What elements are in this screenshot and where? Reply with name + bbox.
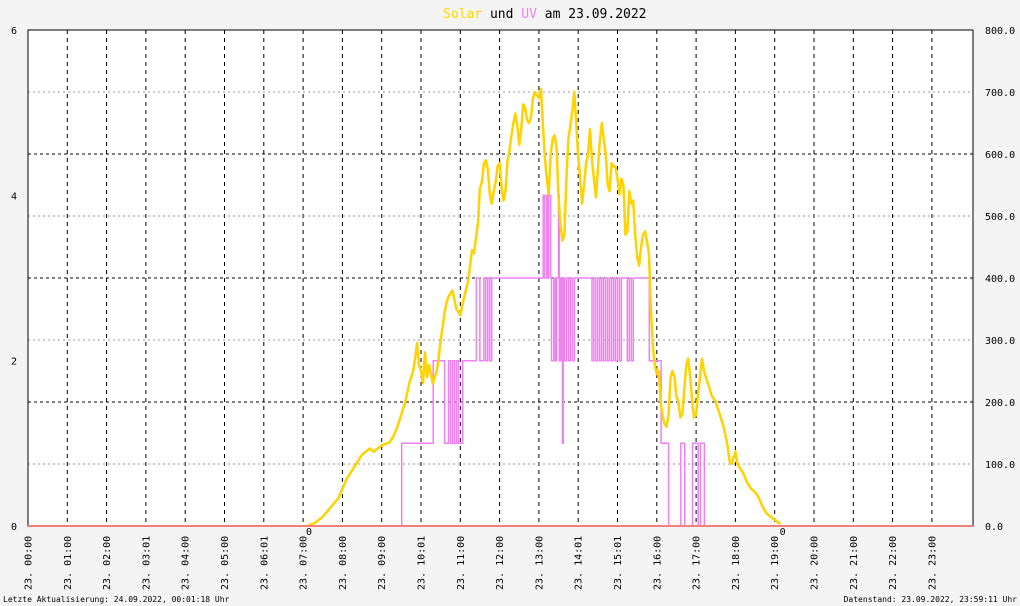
zero-marker: 0: [306, 527, 312, 538]
x-tick-label: 23. 14:01: [574, 536, 585, 590]
x-tick-label: 23. 23:00: [927, 536, 938, 590]
y-right-tick-label: 800.0: [985, 26, 1015, 37]
x-tick-label: 23. 12:00: [495, 536, 506, 590]
x-tick-label: 23. 03:01: [141, 536, 152, 590]
x-tick-label: 23. 11:00: [456, 536, 467, 590]
x-tick-label: 23. 17:00: [692, 536, 703, 590]
x-tick-label: 23. 04:00: [181, 536, 192, 590]
title-date: am 23.09.2022: [537, 7, 647, 22]
x-tick-label: 23. 08:00: [338, 536, 349, 590]
x-tick-label: 23. 19:00: [770, 536, 781, 590]
x-tick-label: 23. 01:00: [63, 536, 74, 590]
y-right-tick-label: 200.0: [985, 398, 1015, 409]
y-right-tick-label: 600.0: [985, 150, 1015, 161]
footer-last-update: Letzte Aktualisierung: 24.09.2022, 00:01…: [3, 595, 230, 604]
x-tick-label: 23. 10:01: [417, 536, 428, 590]
y-axis-left-ticks: 0 2 4 6: [11, 26, 17, 533]
y-right-tick-label: 400.0: [985, 274, 1015, 285]
x-tick-label: 23. 18:00: [731, 536, 742, 590]
footer-data-state: Datenstand: 23.09.2022, 23:59:11 Uhr: [844, 595, 1018, 604]
x-tick-label: 23. 02:00: [102, 536, 113, 590]
y-right-tick-label: 700.0: [985, 88, 1015, 99]
x-tick-label: 23. 22:00: [888, 536, 899, 590]
y-right-tick-label: 0.0: [985, 522, 1003, 533]
x-tick-label: 23. 06:01: [259, 536, 270, 590]
x-tick-label: 23. 15:01: [613, 536, 624, 590]
y-left-tick-label: 2: [11, 357, 17, 368]
y-left-tick-label: 0: [11, 522, 17, 533]
title-und: und: [482, 7, 521, 22]
x-tick-label: 23. 00:00: [24, 536, 35, 590]
x-tick-label: 23. 09:00: [377, 536, 388, 590]
x-tick-label: 23. 16:00: [652, 536, 663, 590]
title-solar: Solar: [443, 7, 482, 22]
x-tick-label: 23. 21:00: [849, 536, 860, 590]
x-tick-label: 23. 05:00: [220, 536, 231, 590]
x-tick-label: 23. 13:00: [534, 536, 545, 590]
x-tick-label: 23. 20:00: [810, 536, 821, 590]
title-uv: UV: [521, 7, 537, 22]
y-left-tick-label: 6: [11, 26, 17, 37]
chart-title: Solar und UV am 23.09.2022: [443, 7, 647, 22]
y-left-tick-label: 4: [11, 191, 17, 202]
y-right-tick-label: 300.0: [985, 336, 1015, 347]
y-axis-right-ticks: 0.0 100.0 200.0 300.0 400.0 500.0 600.0 700.0 80…: [985, 26, 1015, 533]
y-right-tick-label: 100.0: [985, 460, 1015, 471]
x-tick-label: 23. 07:00: [299, 536, 310, 590]
y-right-tick-label: 500.0: [985, 212, 1015, 223]
solar-uv-chart: Solar und UV am 23.09.2022 0 2 4 6 0.0 100.0…: [3, 7, 1018, 604]
zero-marker: 0: [780, 527, 786, 538]
x-axis-ticks: 23. 00:00 23. 01:00 23. 02:00 23. 03:01 23. …: [24, 536, 939, 590]
